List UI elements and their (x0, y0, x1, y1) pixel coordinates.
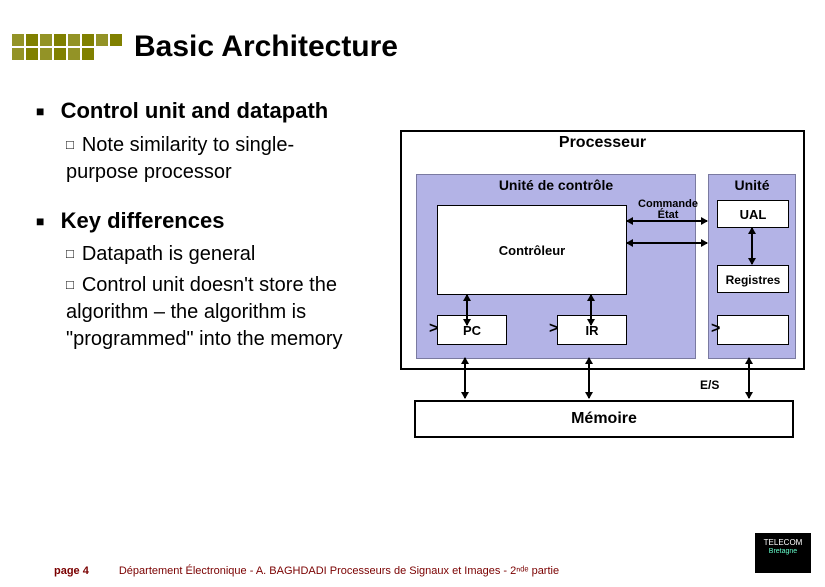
processor-box: Processeur Unité de contrôle Contrôleur … (400, 130, 805, 370)
io-label: E/S (700, 378, 719, 392)
pc-register-box: PC (437, 315, 507, 345)
page-number: page 4 (54, 565, 89, 577)
controller-box: Contrôleur (437, 205, 627, 295)
bullet-2: Key differences Datapath is general Cont… (36, 206, 366, 354)
command-state-label: Commande État (635, 199, 701, 221)
bullet-1: Control unit and datapath Note similarit… (36, 96, 366, 186)
logo-bottom: Bretagne (755, 548, 811, 556)
ctrl-pc-arrow (466, 295, 468, 325)
control-unit-label: Unité de contrôle (417, 175, 695, 193)
bullet-2-text: Key differences (61, 208, 225, 233)
pc-mem-arrow (464, 358, 466, 398)
slide-content: Control unit and datapath Note similarit… (0, 72, 825, 96)
command-arrow (627, 220, 707, 222)
footer-text: Département Électronique - A. BAGHDADI P… (119, 565, 559, 577)
header-logo (12, 34, 122, 60)
telecom-logo: TELECOM Bretagne (755, 533, 811, 573)
datapath-unit-label: Unité (709, 175, 795, 193)
registers-box: Registres (717, 265, 789, 293)
state-arrow (627, 242, 707, 244)
dp-mem-arrow (748, 358, 750, 398)
sub-2-2: Control unit doesn't store the algorithm… (66, 272, 366, 353)
logo-top: TELECOM (755, 539, 811, 548)
clock-marker-icon: > (429, 320, 438, 338)
slide-title: Basic Architecture (134, 30, 398, 64)
sub-2-1: Datapath is general (66, 241, 366, 268)
bullet-list: Control unit and datapath Note similarit… (36, 96, 366, 373)
empty-register-box (717, 315, 789, 345)
ctrl-ir-arrow (590, 295, 592, 325)
architecture-diagram: Processeur Unité de contrôle Contrôleur … (400, 130, 805, 430)
alu-box: UAL (717, 200, 789, 228)
clock-marker-icon: > (711, 320, 720, 338)
sub-1-1: Note similarity to single-purpose proces… (66, 132, 366, 186)
alu-registers-arrow (751, 228, 753, 264)
sub-list-2: Datapath is general Control unit doesn't… (66, 241, 366, 353)
datapath-unit-box: Unité UAL Registres > (708, 174, 796, 359)
control-unit-box: Unité de contrôle Contrôleur Commande Ét… (416, 174, 696, 359)
slide-header: Basic Architecture (0, 0, 825, 72)
bullet-1-text: Control unit and datapath (61, 98, 329, 123)
ir-mem-arrow (588, 358, 590, 398)
processor-label: Processeur (402, 132, 803, 158)
clock-marker-icon: > (549, 320, 558, 338)
memory-box: Mémoire (414, 400, 794, 438)
sub-list-1: Note similarity to single-purpose proces… (66, 132, 366, 186)
slide-footer: page 4 Département Électronique - A. BAG… (0, 565, 825, 577)
